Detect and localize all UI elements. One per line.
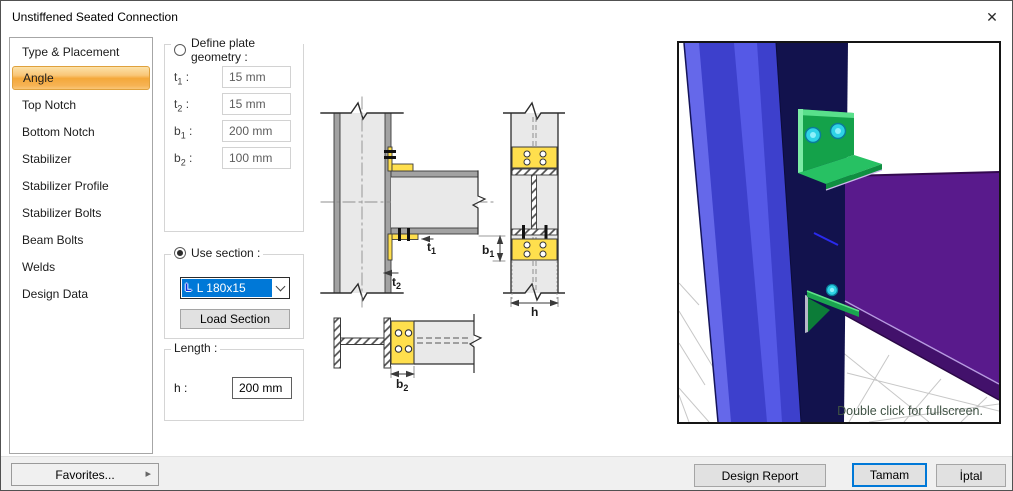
b2-field[interactable] (222, 147, 291, 169)
sidebar-item-stabilizer-bolts[interactable]: Stabilizer Bolts (10, 199, 152, 226)
plate-geometry-group: Define plate geometry : t1 : t2 : b1 : b… (164, 44, 304, 232)
dim-label-t2: t2 (392, 275, 401, 291)
length-group: Length : h : (164, 349, 304, 421)
field-label-h: h : (174, 381, 216, 395)
t1-field[interactable] (222, 66, 291, 88)
b1-field[interactable] (222, 120, 291, 142)
define-plate-geometry-radio[interactable] (174, 44, 186, 56)
title-bar: Unstiffened Seated Connection ✕ (1, 1, 1012, 33)
plan-view: b2 (334, 314, 481, 393)
field-label-t2: t2 : (174, 97, 216, 113)
sidebar-item-beam-bolts[interactable]: Beam Bolts (10, 226, 152, 253)
favorites-flyout-arrow-icon: ▸ (145, 467, 151, 480)
sidebar-item-type-placement[interactable]: Type & Placement (10, 38, 152, 65)
chevron-down-icon (276, 282, 286, 292)
design-report-button[interactable]: Design Report (694, 464, 826, 487)
combobox-arrow-zone[interactable] (272, 278, 289, 298)
dialog-unstiffened-seated-connection: Unstiffened Seated Connection ✕ Type & P… (0, 0, 1013, 491)
section-combobox-value: L 180x15 (197, 281, 246, 295)
use-section-radio[interactable] (174, 247, 186, 259)
plate-geometry-group-label: Define plate geometry : (171, 36, 303, 64)
length-group-label: Length : (171, 341, 220, 355)
footer-bar: Favorites... ▸ Design Report Tamam İptal (1, 456, 1012, 491)
plate-geometry-radio-label: Define plate geometry : (191, 36, 300, 64)
sidebar-item-stabilizer-profile[interactable]: Stabilizer Profile (10, 172, 152, 199)
dim-label-b1: b1 (482, 243, 494, 259)
connection-diagram: t1 t2 b1 (311, 36, 681, 436)
dim-label-t1: t1 (427, 240, 436, 256)
field-label-b1: b1 : (174, 124, 216, 140)
dim-label-b2: b2 (396, 377, 408, 393)
dim-label-h: h (531, 305, 538, 319)
top-angle (384, 147, 413, 171)
field-label-b2: b2 : (174, 151, 216, 167)
sidebar-nav: Type & Placement Angle Top Notch Bottom … (9, 37, 153, 454)
field-label-t1: t1 : (174, 70, 216, 86)
h-field[interactable] (232, 377, 292, 399)
use-section-radio-label: Use section : (191, 246, 260, 260)
sidebar-item-angle[interactable]: Angle (12, 66, 150, 90)
fullscreen-hint: Double click for fullscreen. (837, 404, 983, 418)
use-section-group: Use section : L L 180x15 Load Section (164, 254, 304, 339)
sidebar-item-top-notch[interactable]: Top Notch (10, 91, 152, 118)
sidebar-item-welds[interactable]: Welds (10, 253, 152, 280)
l-section-icon: L (185, 282, 192, 294)
favorites-label: Favorites... (55, 468, 114, 482)
close-icon[interactable]: ✕ (980, 6, 1004, 28)
cancel-button[interactable]: İptal (936, 464, 1006, 487)
ok-button[interactable]: Tamam (852, 463, 927, 487)
dialog-title: Unstiffened Seated Connection (12, 10, 178, 24)
section-combobox-selection: L L 180x15 (182, 279, 272, 297)
elevation-view: t1 t2 b1 (321, 97, 505, 309)
viewer-3d-panel[interactable]: Double click for fullscreen. (677, 41, 1001, 424)
section-combobox[interactable]: L L 180x15 (180, 277, 290, 299)
section-view: h (503, 103, 565, 319)
load-section-button[interactable]: Load Section (180, 309, 290, 329)
viewer-3d-canvas[interactable]: Double click for fullscreen. (679, 43, 999, 422)
sidebar-item-bottom-notch[interactable]: Bottom Notch (10, 118, 152, 145)
favorites-button[interactable]: Favorites... ▸ (11, 463, 159, 486)
sidebar-item-stabilizer[interactable]: Stabilizer (10, 145, 152, 172)
sidebar-item-design-data[interactable]: Design Data (10, 280, 152, 307)
t2-field[interactable] (222, 93, 291, 115)
length-label-text: Length : (174, 341, 217, 355)
use-section-group-label: Use section : (171, 246, 263, 260)
